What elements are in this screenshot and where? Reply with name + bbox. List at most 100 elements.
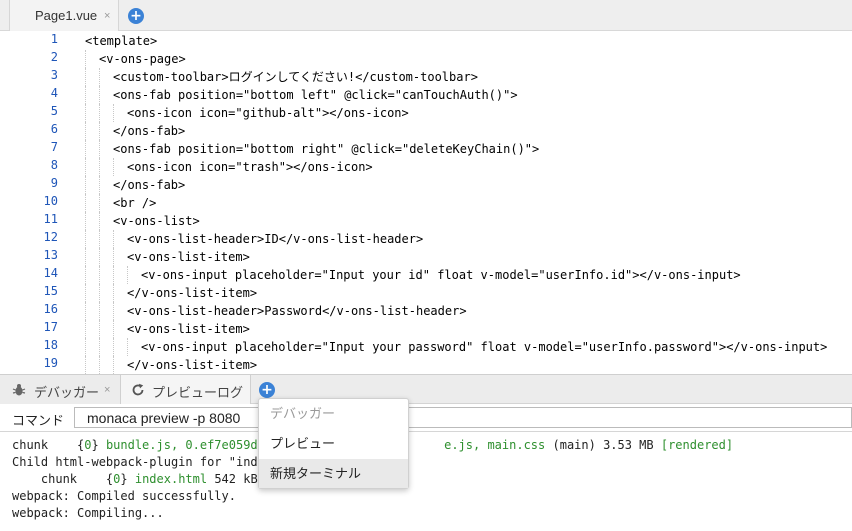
code-line[interactable]: <ons-icon icon="github-alt"></ons-icon>	[127, 104, 409, 122]
indent-guide	[99, 266, 100, 284]
indent-guide	[85, 266, 86, 284]
tab-debugger[interactable]: デバッガー ×	[0, 375, 121, 404]
indent-guide	[99, 302, 100, 320]
indent-guide	[99, 176, 100, 194]
indent-guide	[85, 176, 86, 194]
add-tab-icon[interactable]: +	[128, 8, 144, 24]
editor-tab-bar: Page1.vue × +	[0, 0, 852, 31]
indent-guide	[99, 338, 100, 356]
indent-guide	[85, 248, 86, 266]
code-line[interactable]: </v-ons-list-item>	[127, 284, 257, 302]
line-number: 7	[50, 140, 58, 154]
code-line[interactable]: <br />	[113, 194, 156, 212]
code-line[interactable]: <v-ons-list-item>	[127, 320, 250, 338]
indent-guide	[85, 86, 86, 104]
line-number: 14	[43, 266, 58, 280]
code-line[interactable]: <v-ons-list-item>	[127, 248, 250, 266]
menu-item-new-terminal[interactable]: 新規ターミナル	[259, 459, 408, 488]
line-number: 2	[50, 50, 58, 64]
close-icon[interactable]: ×	[104, 10, 110, 22]
indent-guide	[85, 284, 86, 302]
indent-guide	[85, 194, 86, 212]
terminal-line: Child html-webpack-plugin for "index	[12, 455, 273, 469]
line-number: 3	[50, 68, 58, 82]
bug-icon	[12, 381, 26, 401]
indent-guide	[113, 356, 114, 374]
refresh-icon	[131, 381, 145, 401]
new-tab-dropdown-menu: デバッガー プレビュー 新規ターミナル	[258, 398, 409, 489]
add-panel-tab-icon[interactable]: +	[259, 382, 275, 398]
tab-label: Page1.vue	[35, 8, 98, 23]
tab-label: デバッガー	[34, 385, 100, 400]
bottom-panel: デバッガー × プレビューログ + コマンド chunk {0} bundle.…	[0, 374, 852, 531]
code-line[interactable]: <template>	[85, 32, 157, 50]
indent-guide	[99, 68, 100, 86]
indent-guide	[85, 320, 86, 338]
command-label: コマンド	[12, 413, 65, 428]
indent-guide	[85, 212, 86, 230]
indent-guide	[99, 356, 100, 374]
indent-guide	[127, 338, 128, 356]
terminal-line: webpack: Compiling...	[12, 506, 164, 520]
indent-guide	[99, 320, 100, 338]
indent-guide	[85, 356, 86, 374]
line-number: 13	[43, 248, 58, 262]
indent-guide	[113, 302, 114, 320]
indent-guide	[99, 212, 100, 230]
code-line[interactable]: <ons-fab position="bottom right" @click=…	[113, 140, 539, 158]
close-icon[interactable]: ×	[104, 384, 110, 396]
line-number: 9	[50, 176, 58, 190]
indent-guide	[113, 158, 114, 176]
line-number: 6	[50, 122, 58, 136]
tab-label: プレビューログ	[152, 385, 244, 400]
line-number: 4	[50, 86, 58, 100]
code-editor[interactable]: 1 2 3 4 5 6 7 8 9 10 11 12 13 14 15 16 17 18 19 <template>…	[0, 31, 852, 374]
code-line[interactable]: <ons-icon icon="trash"></ons-icon>	[127, 158, 373, 176]
code-line[interactable]: <v-ons-page>	[99, 50, 186, 68]
line-number: 17	[43, 320, 58, 334]
line-number: 15	[43, 284, 58, 298]
indent-guide	[113, 338, 114, 356]
indent-guide	[99, 158, 100, 176]
indent-guide	[113, 230, 114, 248]
code-line[interactable]: <v-ons-input placeholder="Input your pas…	[141, 338, 827, 356]
panel-tab-bar: デバッガー × プレビューログ +	[0, 374, 852, 404]
code-line[interactable]: <v-ons-input placeholder="Input your id"…	[141, 266, 741, 284]
menu-item-debugger: デバッガー	[270, 406, 336, 421]
indent-guide	[99, 194, 100, 212]
indent-guide	[99, 86, 100, 104]
terminal-line: chunk {0} index.html 542 kB	[12, 472, 258, 486]
code-line[interactable]: </v-ons-list-item>	[127, 356, 257, 374]
indent-guide	[85, 104, 86, 122]
line-number-gutter: 1 2 3 4 5 6 7 8 9 10 11 12 13 14 15 16 17 18 19	[0, 31, 66, 374]
menu-item-preview[interactable]: プレビュー	[259, 429, 408, 458]
code-line[interactable]: </ons-fab>	[113, 176, 185, 194]
indent-guide	[99, 230, 100, 248]
command-bar: コマンド	[0, 404, 852, 432]
line-number: 1	[50, 32, 58, 46]
terminal-output: chunk {0} bundle.js, 0.ef7e059da2 e.js, m…	[0, 432, 852, 531]
code-line[interactable]: <v-ons-list-header>Password</v-ons-list-…	[127, 302, 467, 320]
code-line[interactable]: <v-ons-list>	[113, 212, 200, 230]
tab-preview-log[interactable]: プレビューログ	[121, 375, 251, 404]
code-line[interactable]: <custom-toolbar>ログインしてください!</custom-tool…	[113, 68, 478, 86]
tab-page1-vue[interactable]: Page1.vue ×	[9, 0, 119, 31]
indent-guide	[85, 68, 86, 86]
indent-guide	[99, 122, 100, 140]
indent-guide	[113, 266, 114, 284]
indent-guide	[127, 266, 128, 284]
indent-guide	[85, 338, 86, 356]
indent-guide	[85, 230, 86, 248]
code-area[interactable]: <template> <v-ons-page> <custom-toolbar>ログ…	[85, 31, 852, 374]
indent-guide	[99, 104, 100, 122]
indent-guide	[113, 104, 114, 122]
line-number: 10	[43, 194, 58, 208]
code-line[interactable]: <ons-fab position="bottom left" @click="…	[113, 86, 518, 104]
indent-guide	[113, 248, 114, 266]
code-line[interactable]: <v-ons-list-header>ID</v-ons-list-header…	[127, 230, 423, 248]
indent-guide	[85, 122, 86, 140]
command-input[interactable]	[74, 407, 852, 428]
line-number: 5	[50, 104, 58, 118]
code-line[interactable]: </ons-fab>	[113, 122, 185, 140]
line-number: 19	[43, 356, 58, 370]
